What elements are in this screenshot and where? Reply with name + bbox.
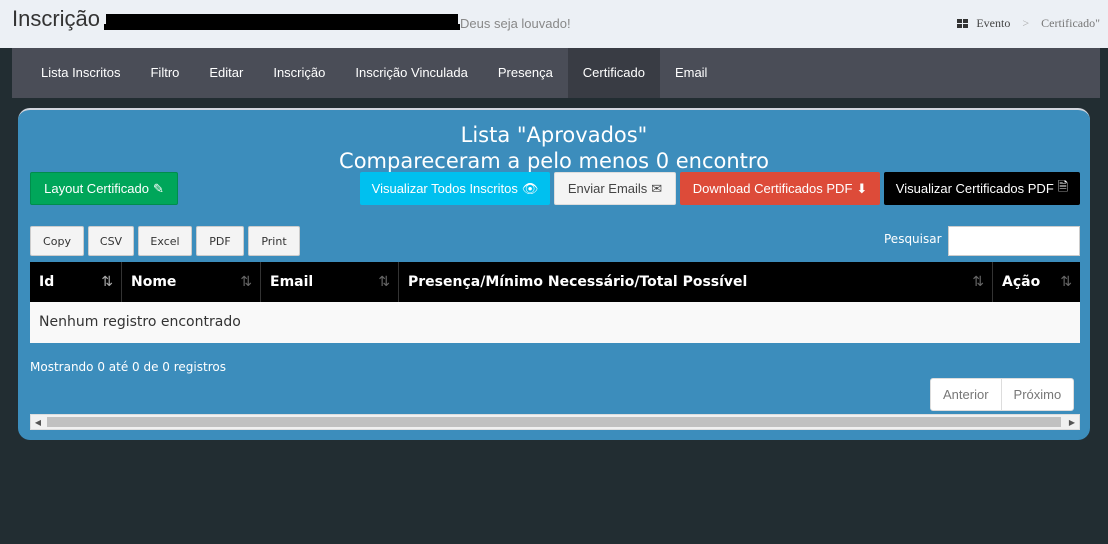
column-email-label: Email [270,274,314,290]
certificate-panel: Lista "Aprovados" Compareceram a pelo me… [18,108,1090,440]
scroll-left-icon[interactable]: ◀ [31,415,45,429]
column-nome[interactable]: Nome ⇅ [122,262,261,302]
pdf-button[interactable]: PDF [196,226,244,256]
download-certificados-label: Download Certificados PDF [692,181,853,196]
sort-icon: ⇅ [240,274,252,290]
sort-icon: ⇅ [101,274,113,290]
breadcrumb-separator: > [1022,16,1030,30]
breadcrumb-evento[interactable]: Evento [976,16,1010,31]
nav-inscricao[interactable]: Inscrição [258,48,340,98]
visualizar-todos-label: Visualizar Todos Inscritos [371,181,518,196]
layout-certificado-button[interactable]: Layout Certificado ✎ [30,172,178,205]
column-presenca[interactable]: Presença/Mínimo Necessário/Total Possíve… [399,262,993,302]
nav-certificado[interactable]: Certificado [567,48,660,98]
scroll-right-icon[interactable]: ▶ [1065,415,1079,429]
column-acao[interactable]: Ação ⇅ [993,262,1080,302]
excel-button[interactable]: Excel [138,226,192,256]
nav-presenca[interactable]: Presença [483,48,568,98]
column-id-label: Id [39,274,55,290]
sort-icon: ⇅ [378,274,390,290]
top-nav: Lista Inscritos Filtro Editar Inscrição … [12,48,1100,98]
enviar-emails-label: Enviar Emails [567,181,648,196]
page-title: Inscrição [12,6,101,31]
download-certificados-button[interactable]: Download Certificados PDF ⬇ [680,172,880,205]
redacted-title-block-lower [104,24,460,30]
pagination: Anterior Próximo [930,378,1075,411]
download-icon: ⬇ [856,180,868,196]
horizontal-scrollbar[interactable]: ◀ ▶ [30,414,1080,430]
pencil-icon: ✎ [152,180,164,196]
panel-title-line1: Lista "Aprovados" [460,123,648,147]
nav-lista-inscritos[interactable]: Lista Inscritos [12,48,135,98]
column-presenca-label: Presença/Mínimo Necessário/Total Possíve… [408,274,748,290]
nav-inscricao-vinculada[interactable]: Inscrição Vinculada [340,48,483,98]
nav-email[interactable]: Email [660,48,723,98]
csv-button[interactable]: CSV [88,226,134,256]
print-button[interactable]: Print [248,226,300,256]
eye-icon: 👁 [521,180,539,196]
table-body: Nenhum registro encontrado [30,302,1080,343]
enviar-emails-button[interactable]: Enviar Emails ✉ [554,172,676,205]
breadcrumb-current: Certificado" [1041,16,1100,30]
visualizar-todos-button[interactable]: Visualizar Todos Inscritos 👁 [360,172,550,205]
visualizar-certificados-pdf-button[interactable]: Visualizar Certificados PDF 🗎 [884,172,1080,205]
content-header: Inscrição Deus seja louvado! Evento > Ce… [0,0,1108,48]
column-email[interactable]: Email ⇅ [261,262,399,302]
column-nome-label: Nome [131,274,177,290]
sort-icon: ⇅ [1060,274,1072,290]
envelope-icon: ✉ [651,180,663,196]
copy-button[interactable]: Copy [30,226,84,256]
breadcrumb: Evento > Certificado" [957,16,1100,31]
table-header: Id ⇅ Nome ⇅ Email ⇅ Presença/Mínimo Nece… [30,262,1080,302]
sort-icon: ⇅ [972,274,984,290]
column-acao-label: Ação [1002,274,1041,290]
search-input[interactable] [948,226,1080,256]
page-subtitle: Deus seja louvado! [460,16,571,31]
next-page-button[interactable]: Próximo [1000,379,1074,410]
column-id[interactable]: Id ⇅ [30,262,122,302]
search-label: Pesquisar [884,232,942,246]
panel-title: Lista "Aprovados" Compareceram a pelo me… [18,122,1090,174]
layout-certificado-label: Layout Certificado [44,181,149,196]
pdf-file-icon: 🗎 [1057,178,1069,194]
scrollbar-thumb[interactable] [47,417,1061,427]
table-info: Mostrando 0 até 0 de 0 registros [30,360,226,374]
panel-title-line2: Compareceram a pelo menos 0 encontro [339,149,769,173]
nav-filtro[interactable]: Filtro [135,48,194,98]
visualizar-certificados-pdf-label: Visualizar Certificados PDF [895,181,1054,196]
nav-editar[interactable]: Editar [194,48,258,98]
grid-icon [957,19,969,28]
previous-page-button[interactable]: Anterior [931,379,1001,410]
empty-table-message: Nenhum registro encontrado [39,314,241,330]
